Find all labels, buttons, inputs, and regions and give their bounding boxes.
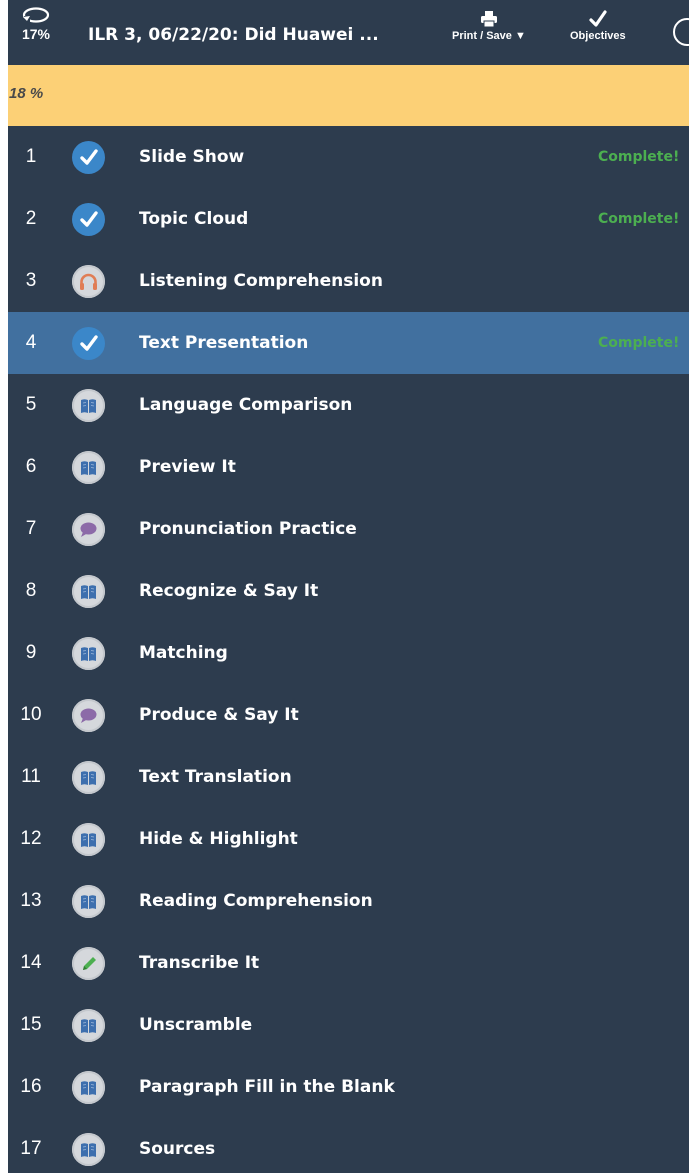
activity-label: Transcribe It xyxy=(139,953,260,973)
activity-row[interactable]: 6 Preview It xyxy=(8,436,689,498)
checkmark-icon xyxy=(589,10,607,27)
activity-row[interactable]: 15 Unscramble xyxy=(8,994,689,1056)
activity-row[interactable]: 1 Slide Show Complete! xyxy=(8,126,689,188)
activity-number: 12 xyxy=(20,828,42,849)
activity-number: 13 xyxy=(20,890,42,911)
activity-row[interactable]: 12 Hide & Highlight xyxy=(8,808,689,870)
activity-label: Listening Comprehension xyxy=(139,271,383,291)
book-icon xyxy=(72,761,105,794)
activity-label: Pronunciation Practice xyxy=(139,519,357,539)
activity-row[interactable]: 4 Text Presentation Complete! xyxy=(8,312,689,374)
completion-status: Complete! xyxy=(598,335,680,351)
activity-row[interactable]: 11 Text Translation xyxy=(8,746,689,808)
activity-label: Text Presentation xyxy=(139,333,309,353)
activity-number: 14 xyxy=(20,952,42,973)
activity-label: Sources xyxy=(139,1139,216,1159)
activity-row[interactable]: 10 Produce & Say It xyxy=(8,684,689,746)
activity-label: Hide & Highlight xyxy=(139,829,298,849)
lesson-title: ILR 3, 06/22/20: Did Huawei ... xyxy=(88,25,379,45)
activity-number: 10 xyxy=(20,704,42,725)
header-bar: 17% ILR 3, 06/22/20: Did Huawei ... Prin… xyxy=(8,0,689,65)
activity-number: 8 xyxy=(25,580,37,601)
objectives-label: Objectives xyxy=(570,30,626,42)
activity-row[interactable]: 13 Reading Comprehension xyxy=(8,870,689,932)
activity-number: 17 xyxy=(20,1138,42,1159)
activity-label: Language Comparison xyxy=(139,395,353,415)
activity-list: 1 Slide Show Complete! 2 Topic Cloud Complete… xyxy=(8,126,689,1173)
activity-row[interactable]: 17 Sources xyxy=(8,1118,689,1173)
activity-row[interactable]: 9 Matching xyxy=(8,622,689,684)
book-icon xyxy=(72,823,105,856)
refresh-icon xyxy=(22,7,50,23)
activity-number: 1 xyxy=(25,146,37,167)
activity-label: Recognize & Say It xyxy=(139,581,319,601)
activity-number: 5 xyxy=(25,394,37,415)
book-icon xyxy=(72,1133,105,1166)
lesson-panel: 17% ILR 3, 06/22/20: Did Huawei ... Prin… xyxy=(8,0,689,1173)
progress-bar-text: 18 % xyxy=(9,85,44,102)
activity-number: 3 xyxy=(25,270,37,291)
check-icon xyxy=(72,203,105,236)
dropdown-caret-icon: ▼ xyxy=(514,30,526,42)
check-icon xyxy=(72,141,105,174)
activity-row[interactable]: 14 Transcribe It xyxy=(8,932,689,994)
activity-row[interactable]: 7 Pronunciation Practice xyxy=(8,498,689,560)
activity-label: Matching xyxy=(139,643,228,663)
print-save-button[interactable]: Print / Save ▼ xyxy=(452,10,526,42)
activity-label: Topic Cloud xyxy=(139,209,249,229)
completion-status: Complete! xyxy=(598,149,680,165)
progress-percent: 17% xyxy=(21,26,51,42)
progress-bar: 18 % xyxy=(8,65,689,126)
book-icon xyxy=(72,1009,105,1042)
activity-number: 16 xyxy=(20,1076,42,1097)
activity-label: Slide Show xyxy=(139,147,245,167)
activity-label: Paragraph Fill in the Blank xyxy=(139,1077,395,1097)
speech-bubble-icon xyxy=(72,513,105,546)
book-icon xyxy=(72,451,105,484)
activity-row[interactable]: 3 Listening Comprehension xyxy=(8,250,689,312)
headphones-icon xyxy=(72,265,105,298)
objectives-button[interactable]: Objectives xyxy=(570,10,626,42)
printer-icon xyxy=(480,11,497,28)
pencil-icon xyxy=(72,947,105,980)
activity-label: Reading Comprehension xyxy=(139,891,373,911)
book-icon xyxy=(72,389,105,422)
speech-bubble-icon xyxy=(72,699,105,732)
activity-number: 15 xyxy=(20,1014,42,1035)
activity-number: 6 xyxy=(25,456,37,477)
progress-indicator[interactable]: 17% xyxy=(10,6,62,41)
activity-number: 4 xyxy=(25,332,37,353)
activity-number: 2 xyxy=(25,208,37,229)
activity-row[interactable]: 2 Topic Cloud Complete! xyxy=(8,188,689,250)
book-icon xyxy=(72,575,105,608)
activity-row[interactable]: 8 Recognize & Say It xyxy=(8,560,689,622)
completion-status: Complete! xyxy=(598,211,680,227)
print-save-label: Print / Save xyxy=(452,30,512,42)
activity-number: 9 xyxy=(25,642,37,663)
activity-label: Unscramble xyxy=(139,1015,253,1035)
book-icon xyxy=(72,1071,105,1104)
activity-row[interactable]: 16 Paragraph Fill in the Blank xyxy=(8,1056,689,1118)
activity-label: Produce & Say It xyxy=(139,705,299,725)
check-icon xyxy=(72,327,105,360)
activity-number: 7 xyxy=(25,518,37,539)
book-icon xyxy=(72,885,105,918)
activity-label: Text Translation xyxy=(139,767,292,787)
activity-label: Preview It xyxy=(139,457,236,477)
activity-number: 11 xyxy=(21,766,41,787)
help-icon[interactable] xyxy=(673,18,689,46)
activity-row[interactable]: 5 Language Comparison xyxy=(8,374,689,436)
book-icon xyxy=(72,637,105,670)
